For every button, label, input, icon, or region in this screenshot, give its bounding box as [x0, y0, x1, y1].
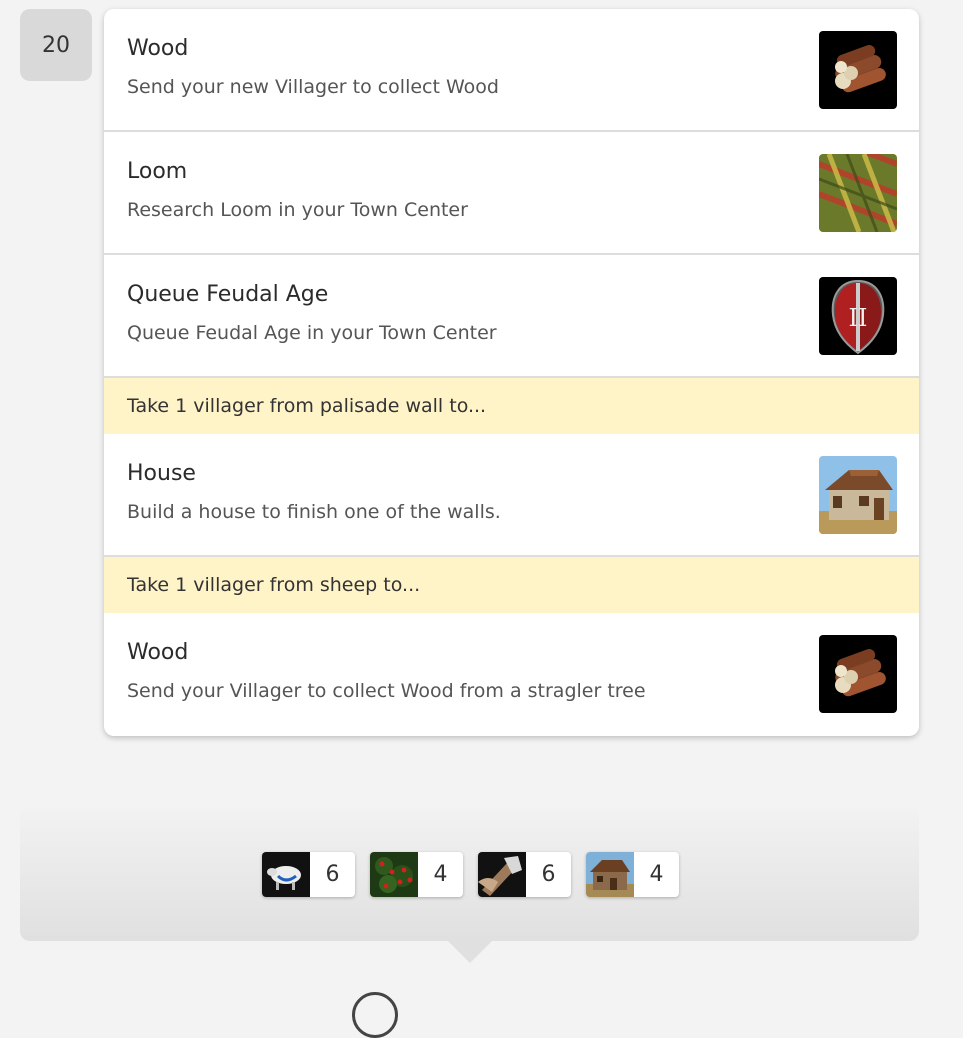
feudal-age-icon: II [819, 277, 897, 355]
task-description: Queue Feudal Age in your Town Center [127, 322, 497, 344]
resource-count: 6 [541, 862, 556, 887]
task-loom[interactable]: Loom Research Loom in your Town Center [104, 132, 919, 255]
resource-count: 4 [433, 862, 448, 887]
resource-builder: 4 [586, 852, 679, 897]
wood-icon [819, 31, 897, 109]
task-description: Send your Villager to collect Wood from … [127, 680, 646, 702]
lumber-icon [478, 852, 526, 897]
sheep-icon [262, 852, 310, 897]
step-number-badge: 20 [20, 9, 92, 81]
house-builder-icon [586, 852, 634, 897]
task-title: Loom [127, 159, 188, 184]
notice-sheep-villager: Take 1 villager from sheep to... [104, 557, 919, 613]
notice-palisade-villager: Take 1 villager from palisade wall to... [104, 378, 919, 434]
resource-berries: 4 [370, 852, 463, 897]
next-step-indicator[interactable] [352, 992, 398, 1038]
task-description: Build a house to finish one of the walls… [127, 501, 501, 523]
wood-icon [819, 635, 897, 713]
resource-summary-panel: 6 4 6 4 [20, 808, 919, 941]
resource-count: 4 [649, 862, 664, 887]
task-title: Queue Feudal Age [127, 282, 329, 307]
task-title: Wood [127, 640, 189, 665]
resource-sheep: 6 [262, 852, 355, 897]
task-title: Wood [127, 36, 189, 61]
resource-list: 6 4 6 4 [262, 852, 679, 897]
task-wood-new-villager[interactable]: Wood Send your new Villager to collect W… [104, 9, 919, 132]
berries-icon [370, 852, 418, 897]
svg-text:II: II [849, 304, 868, 332]
task-description: Send your new Villager to collect Wood [127, 76, 499, 98]
task-queue-feudal-age[interactable]: Queue Feudal Age Queue Feudal Age in you… [104, 255, 919, 378]
task-description: Research Loom in your Town Center [127, 199, 468, 221]
step-card: Wood Send your new Villager to collect W… [104, 9, 919, 736]
summary-pointer-arrow [448, 941, 492, 963]
loom-icon [819, 154, 897, 232]
resource-count: 6 [325, 862, 340, 887]
task-house[interactable]: House Build a house to finish one of the… [104, 434, 919, 557]
task-title: House [127, 461, 196, 486]
resource-lumber: 6 [478, 852, 571, 897]
house-icon [819, 456, 897, 534]
task-wood-stragler-tree[interactable]: Wood Send your Villager to collect Wood … [104, 613, 919, 736]
